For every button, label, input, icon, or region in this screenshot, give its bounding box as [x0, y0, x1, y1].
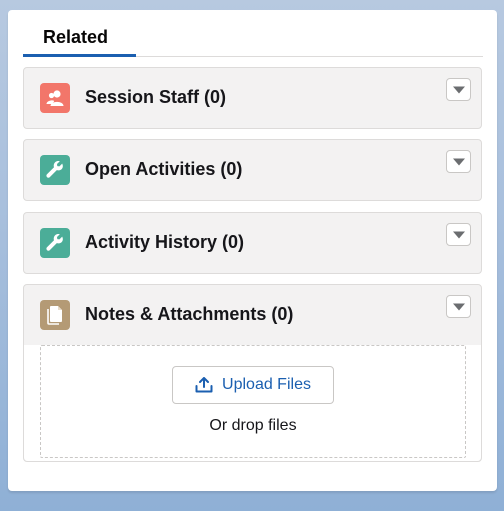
file-dropzone[interactable]: Upload Files Or drop files — [40, 345, 466, 458]
upload-button-label: Upload Files — [222, 376, 311, 393]
panel-header: Notes & Attachments (0) — [24, 285, 481, 345]
chevron-down-icon — [452, 231, 465, 238]
notes-attachments-panel: Notes & Attachments (0) Upload Files Or … — [23, 284, 482, 462]
panel-menu-button[interactable] — [446, 295, 471, 318]
users-icon — [40, 83, 70, 113]
panel-header: Activity History (0) — [24, 213, 481, 273]
activity-history-panel: Activity History (0) — [23, 212, 482, 274]
related-card: Related Session Staff (0) Open Activitie… — [8, 10, 497, 491]
chevron-down-icon — [452, 303, 465, 310]
document-icon — [40, 300, 70, 330]
drop-files-text: Or drop files — [209, 417, 297, 434]
panel-menu-button[interactable] — [446, 78, 471, 101]
chevron-down-icon — [452, 86, 465, 93]
chevron-down-icon — [452, 158, 465, 165]
upload-files-button[interactable]: Upload Files — [172, 366, 334, 404]
panel-title[interactable]: Session Staff (0) — [85, 87, 226, 108]
tab-bar: Related — [23, 24, 483, 57]
session-staff-panel: Session Staff (0) — [23, 67, 482, 129]
panel-title[interactable]: Notes & Attachments (0) — [85, 304, 293, 325]
panel-header: Open Activities (0) — [24, 140, 481, 200]
panel-menu-button[interactable] — [446, 150, 471, 173]
wrench-icon — [40, 228, 70, 258]
panel-title[interactable]: Activity History (0) — [85, 232, 244, 253]
panel-menu-button[interactable] — [446, 223, 471, 246]
panel-title[interactable]: Open Activities (0) — [85, 159, 242, 180]
tab-related[interactable]: Related — [23, 24, 136, 57]
upload-icon — [195, 377, 213, 393]
panel-header: Session Staff (0) — [24, 68, 481, 128]
open-activities-panel: Open Activities (0) — [23, 139, 482, 201]
wrench-icon — [40, 155, 70, 185]
panel-body: Upload Files Or drop files — [24, 345, 481, 461]
